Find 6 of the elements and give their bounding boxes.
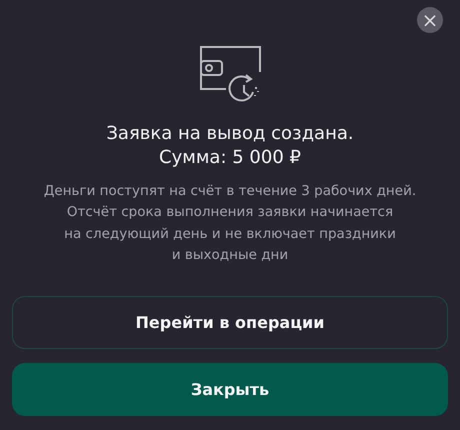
close-button[interactable]: × [417,7,443,33]
dialog-title: Заявка на вывод создана. Сумма: 5 000 ₽ [106,122,354,170]
close-dialog-button[interactable]: Закрыть [12,363,448,416]
operations-button[interactable]: Перейти в операции [12,296,448,350]
message-text: Деньги поступят на счёт в течение 3 рабочих дней. Отсчёт срока выполнения заявки начинается на следующий день и не включает праздники и выходные дни [44,182,416,265]
wallet-clock-icon [198,44,262,104]
